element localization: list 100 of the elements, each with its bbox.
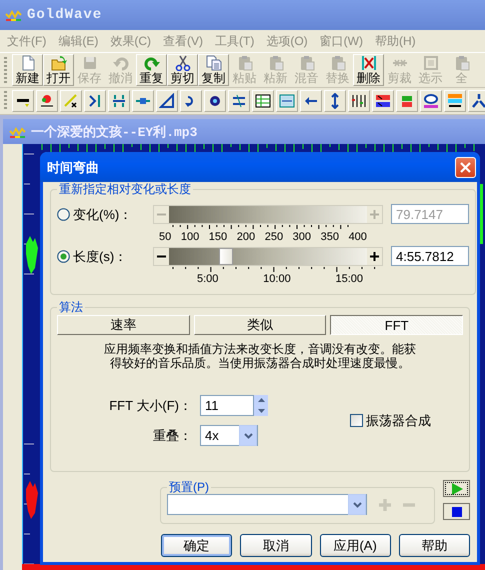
bars-icon: [375, 93, 391, 109]
effect-button[interactable]: [36, 90, 58, 112]
bars-icon: [399, 93, 415, 109]
toolbar-button[interactable]: 复制: [198, 54, 229, 86]
dialog-button[interactable]: 应用(A): [320, 534, 391, 557]
checkbox-option[interactable]: 振荡器合成: [350, 413, 463, 428]
close-icon: [460, 162, 471, 172]
arrow-bar-icon: [87, 93, 103, 109]
folder-icon: [50, 55, 66, 71]
value-field[interactable]: 4:55.7812: [391, 246, 469, 266]
dialog-title: 时间弯曲: [47, 160, 99, 174]
group-title: 预置(P): [168, 480, 210, 494]
effect-button[interactable]: [300, 90, 322, 112]
frame-icon: [422, 55, 438, 71]
method-tab[interactable]: 类似: [194, 315, 326, 335]
slider-thumb[interactable]: [219, 248, 233, 264]
radio-icon[interactable]: [57, 250, 70, 262]
slider-track[interactable]: [153, 246, 383, 266]
effect-button[interactable]: [108, 90, 130, 112]
app-logo-icon: [5, 8, 23, 22]
lines-icon: [231, 93, 247, 109]
chevron-down-icon: [244, 432, 252, 438]
dialog-button[interactable]: 确定: [161, 534, 232, 557]
effect-button[interactable]: [348, 90, 370, 112]
page-icon: [20, 55, 36, 71]
effect-button[interactable]: [324, 90, 346, 112]
scale-label: 5:00: [197, 272, 218, 287]
clipboard-icon: [268, 55, 284, 71]
circle-icon: [207, 93, 223, 109]
effect-button[interactable]: [228, 90, 250, 112]
down-triangle-icon: [258, 408, 264, 413]
line-icon: [63, 93, 79, 109]
grid-icon: [255, 93, 271, 109]
sliders-icon: [351, 93, 367, 109]
group-title: 算法: [58, 300, 84, 314]
play-button[interactable]: [443, 480, 470, 497]
undo-arrow-icon: [112, 55, 128, 71]
toolbar-button[interactable]: 打开: [43, 54, 74, 86]
clipboard-icon: [330, 55, 346, 71]
bars-icon: [447, 93, 463, 109]
plus-icon: [379, 498, 391, 510]
fork-icon: [471, 93, 485, 109]
dialog-button[interactable]: 帮助: [398, 534, 470, 557]
stop-icon: [452, 506, 462, 516]
toolbar-button[interactable]: 剪切: [167, 54, 198, 86]
redo-arrow-icon: [144, 55, 160, 71]
plus-icon: [370, 210, 379, 218]
scale-label: 50: [159, 230, 172, 245]
stop-button[interactable]: [443, 503, 470, 520]
scale-label: 250: [264, 230, 284, 245]
window-title: GoldWave: [27, 7, 102, 23]
effect-button[interactable]: [468, 90, 485, 112]
scale-label: 200: [236, 230, 256, 245]
up-triangle-icon: [258, 398, 264, 402]
toolbar-button[interactable]: 新建: [12, 54, 43, 86]
document-title: 一个深爱的文孩--EY利.mp3: [31, 124, 198, 140]
chevron-down-icon: [352, 502, 362, 508]
arrows-icon: [111, 93, 127, 109]
effect-button[interactable]: [156, 90, 178, 112]
clipboard-icon: [454, 55, 470, 71]
scale-label: 350: [320, 230, 339, 245]
scale-label: 400: [348, 230, 367, 245]
play-icon: [450, 482, 462, 494]
toolbar-button[interactable]: 重复: [136, 54, 167, 86]
scale-label: 150: [208, 230, 228, 245]
scissors-icon: [174, 55, 190, 71]
ellipse-icon: [423, 93, 439, 109]
field-label: 重叠：: [152, 428, 193, 443]
method-tab[interactable]: 速率: [57, 315, 190, 335]
effect-button[interactable]: [444, 90, 466, 112]
spin-down-button[interactable]: [254, 406, 268, 416]
close-button[interactable]: [455, 156, 476, 178]
effect-button[interactable]: [276, 90, 298, 112]
description-text: 应用频率变换和插值方法来改变长度，音调没有改变。能获得较好的音乐品质。当使用振荡器合成时处理速度最慢。: [103, 342, 417, 370]
scale-label: 15:00: [335, 272, 363, 287]
effect-button[interactable]: [84, 90, 106, 112]
effect-button[interactable]: [60, 90, 82, 112]
effect-button[interactable]: [372, 90, 394, 112]
preset-dropdown[interactable]: [167, 494, 367, 515]
effect-button[interactable]: [252, 90, 274, 112]
fft-size-field[interactable]: 11: [200, 395, 254, 416]
dialog-button[interactable]: 取消: [240, 534, 312, 557]
effect-button[interactable]: [180, 90, 202, 112]
toolbar-button[interactable]: 删除: [353, 54, 384, 86]
scale-label: 300: [292, 230, 312, 245]
copy-pages-icon: [206, 55, 222, 71]
radio-option[interactable]: 长度(s)：: [57, 248, 145, 264]
floppy-icon: [82, 55, 98, 71]
spin-up-button[interactable]: [254, 395, 268, 406]
group-title: 重新指定相对变化或长度: [58, 182, 192, 196]
method-tab[interactable]: FFT: [330, 315, 463, 335]
app-logo-icon: [9, 124, 27, 138]
delete-x-icon: [360, 55, 376, 71]
scale-label: 100: [180, 230, 200, 245]
clipboard-icon: [236, 55, 252, 71]
effect-button[interactable]: [204, 90, 226, 112]
effect-button[interactable]: [12, 90, 34, 112]
effect-button[interactable]: [420, 90, 442, 112]
overlap-dropdown[interactable]: 4x: [200, 425, 258, 446]
plus-icon: [370, 252, 379, 260]
